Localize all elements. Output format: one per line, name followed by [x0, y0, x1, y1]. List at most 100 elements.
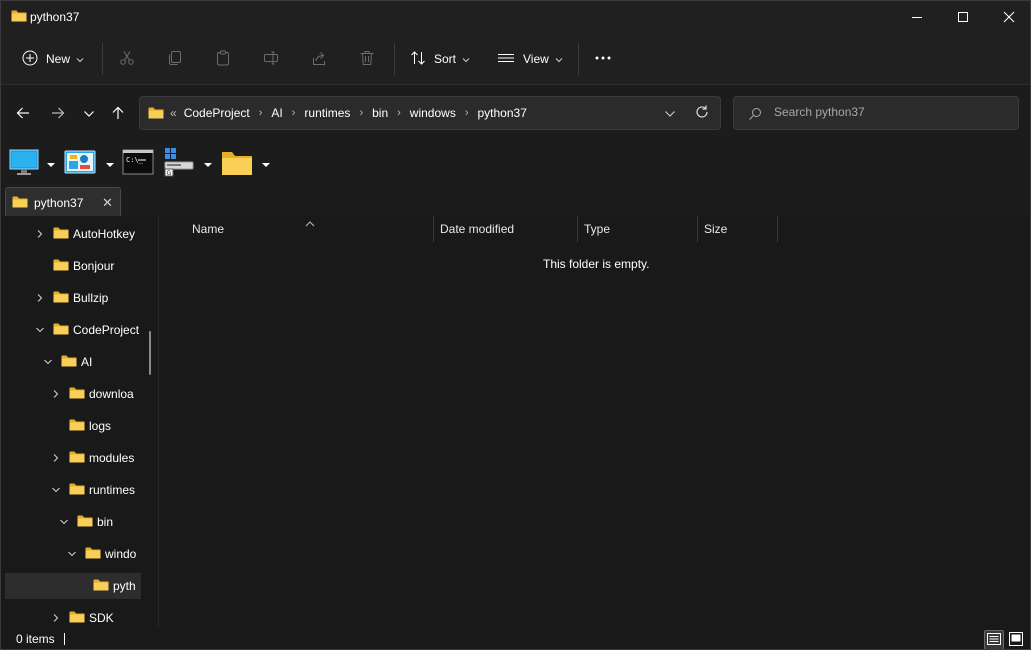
forward-button[interactable]	[44, 100, 72, 128]
chevron-right-icon[interactable]: ›	[397, 107, 401, 119]
chevron-down-icon[interactable]	[203, 158, 213, 172]
sort-arrows-icon	[410, 50, 426, 69]
chevron-right-icon[interactable]	[51, 612, 61, 626]
column-header-type[interactable]: Type	[578, 216, 698, 242]
tree-item[interactable]: runtimes	[5, 477, 141, 503]
details-view-button[interactable]	[984, 630, 1004, 649]
control-panel-icon[interactable]	[64, 149, 96, 180]
tree-item[interactable]: modules	[5, 445, 141, 471]
breadcrumb-item-current[interactable]: python37	[478, 106, 527, 120]
search-box[interactable]	[733, 96, 1019, 130]
breadcrumb-item[interactable]: CodeProject	[184, 106, 250, 120]
tree-item[interactable]: Bonjour	[5, 253, 141, 279]
chevron-right-icon[interactable]	[51, 452, 61, 466]
breadcrumb-overflow[interactable]: «	[170, 106, 177, 120]
folder-icon[interactable]	[221, 149, 253, 180]
tree-item-label: runtimes	[89, 483, 136, 497]
ellipsis-icon	[594, 50, 612, 69]
column-header-label: Date modified	[440, 222, 515, 236]
network-drive-icon[interactable]: G	[163, 146, 195, 181]
tree-item[interactable]: AI	[5, 349, 141, 375]
chevron-down-icon[interactable]	[51, 484, 61, 498]
back-button[interactable]	[9, 100, 37, 128]
tree-item-label: bin	[97, 515, 114, 529]
close-tab-icon[interactable]: ✕	[102, 195, 113, 211]
copy-icon	[167, 50, 183, 69]
tree-item-label: SDK	[89, 611, 114, 625]
close-button[interactable]	[986, 1, 1030, 33]
breadcrumb-item[interactable]: windows	[410, 106, 456, 120]
chevron-right-icon[interactable]: ›	[292, 107, 296, 119]
tab-strip: python37 ✕	[1, 186, 1030, 216]
navigation-scrollbar[interactable]	[149, 331, 151, 375]
rename-button[interactable]	[263, 43, 279, 75]
tree-item[interactable]: pyth	[5, 573, 141, 599]
large-icons-view-button[interactable]	[1006, 630, 1026, 649]
up-button[interactable]	[104, 100, 132, 128]
see-more-button[interactable]	[594, 43, 612, 75]
command-prompt-icon[interactable]: C:\_	[122, 149, 154, 178]
tree-item[interactable]: windo	[5, 541, 141, 567]
folder-icon	[53, 258, 69, 275]
delete-button[interactable]	[359, 43, 375, 75]
chevron-down-icon[interactable]	[35, 324, 45, 338]
chevron-down-icon[interactable]	[43, 356, 53, 370]
chevron-right-icon[interactable]	[35, 228, 45, 242]
chevron-down-icon	[83, 107, 95, 121]
tree-item-label: AutoHotkey	[73, 227, 136, 241]
tab-python37[interactable]: python37 ✕	[5, 187, 121, 216]
view-button[interactable]: View	[497, 43, 563, 75]
chevron-right-icon[interactable]	[51, 388, 61, 402]
column-header-name[interactable]: Name	[186, 216, 434, 242]
tree-item[interactable]: downloa	[5, 381, 141, 407]
address-bar[interactable]: « CodeProject › AI › runtimes › bin › wi…	[139, 96, 721, 130]
sort-button[interactable]: Sort	[410, 43, 470, 75]
tree-item[interactable]: logs	[5, 413, 141, 439]
paste-button[interactable]	[215, 43, 231, 75]
navigation-pane[interactable]: AutoHotkey Bonjour Bullzip CodeProject AI dow…	[1, 216, 159, 628]
maximize-button[interactable]	[940, 1, 986, 33]
chevron-right-icon[interactable]: ›	[359, 107, 363, 119]
breadcrumb-item[interactable]: bin	[372, 106, 388, 120]
arrow-left-icon	[16, 106, 30, 123]
column-header-label: Name	[192, 222, 225, 236]
tree-item-label: pyth	[113, 579, 136, 593]
chevron-right-icon[interactable]: ›	[259, 107, 263, 119]
tree-item[interactable]: bin	[5, 509, 141, 535]
chevron-down-icon[interactable]	[46, 158, 56, 172]
tree-item[interactable]: Bullzip	[5, 285, 141, 311]
file-list-pane[interactable]: Name Date modified Type Size This folder…	[160, 216, 1030, 628]
command-bar: New Sort View	[1, 33, 1030, 85]
rename-icon	[263, 50, 279, 69]
share-button[interactable]	[311, 43, 327, 75]
folder-icon	[93, 578, 109, 595]
address-history-dropdown[interactable]	[664, 107, 676, 121]
chevron-down-icon[interactable]	[67, 548, 77, 562]
cut-button[interactable]	[119, 43, 135, 75]
chevron-right-icon[interactable]: ›	[465, 107, 469, 119]
breadcrumb-item[interactable]: runtimes	[304, 106, 350, 120]
new-button[interactable]: New	[22, 43, 84, 75]
breadcrumb-item[interactable]: AI	[271, 106, 282, 120]
tree-item[interactable]: CodeProject	[5, 317, 141, 343]
tree-item[interactable]: AutoHotkey	[5, 221, 141, 247]
chevron-down-icon[interactable]	[59, 516, 69, 530]
copy-button[interactable]	[167, 43, 183, 75]
desktop-icon[interactable]	[9, 149, 39, 180]
toolbar-separator	[394, 43, 395, 75]
column-header-label: Size	[704, 222, 728, 236]
column-header-date-modified[interactable]: Date modified	[434, 216, 578, 242]
title-bar[interactable]: python37	[1, 1, 1030, 33]
chevron-down-icon[interactable]	[105, 158, 115, 172]
chevron-right-icon[interactable]	[35, 292, 45, 306]
search-input[interactable]	[774, 105, 1004, 119]
chevron-down-icon[interactable]	[261, 158, 271, 172]
minimize-button[interactable]	[894, 1, 940, 33]
status-divider	[64, 633, 65, 645]
recent-locations-button[interactable]	[75, 100, 103, 128]
svg-text:G: G	[167, 170, 172, 177]
column-header-size[interactable]: Size	[698, 216, 778, 242]
details-view-icon	[987, 632, 1001, 648]
refresh-icon[interactable]	[694, 104, 710, 123]
tree-item[interactable]: SDK	[5, 605, 141, 628]
